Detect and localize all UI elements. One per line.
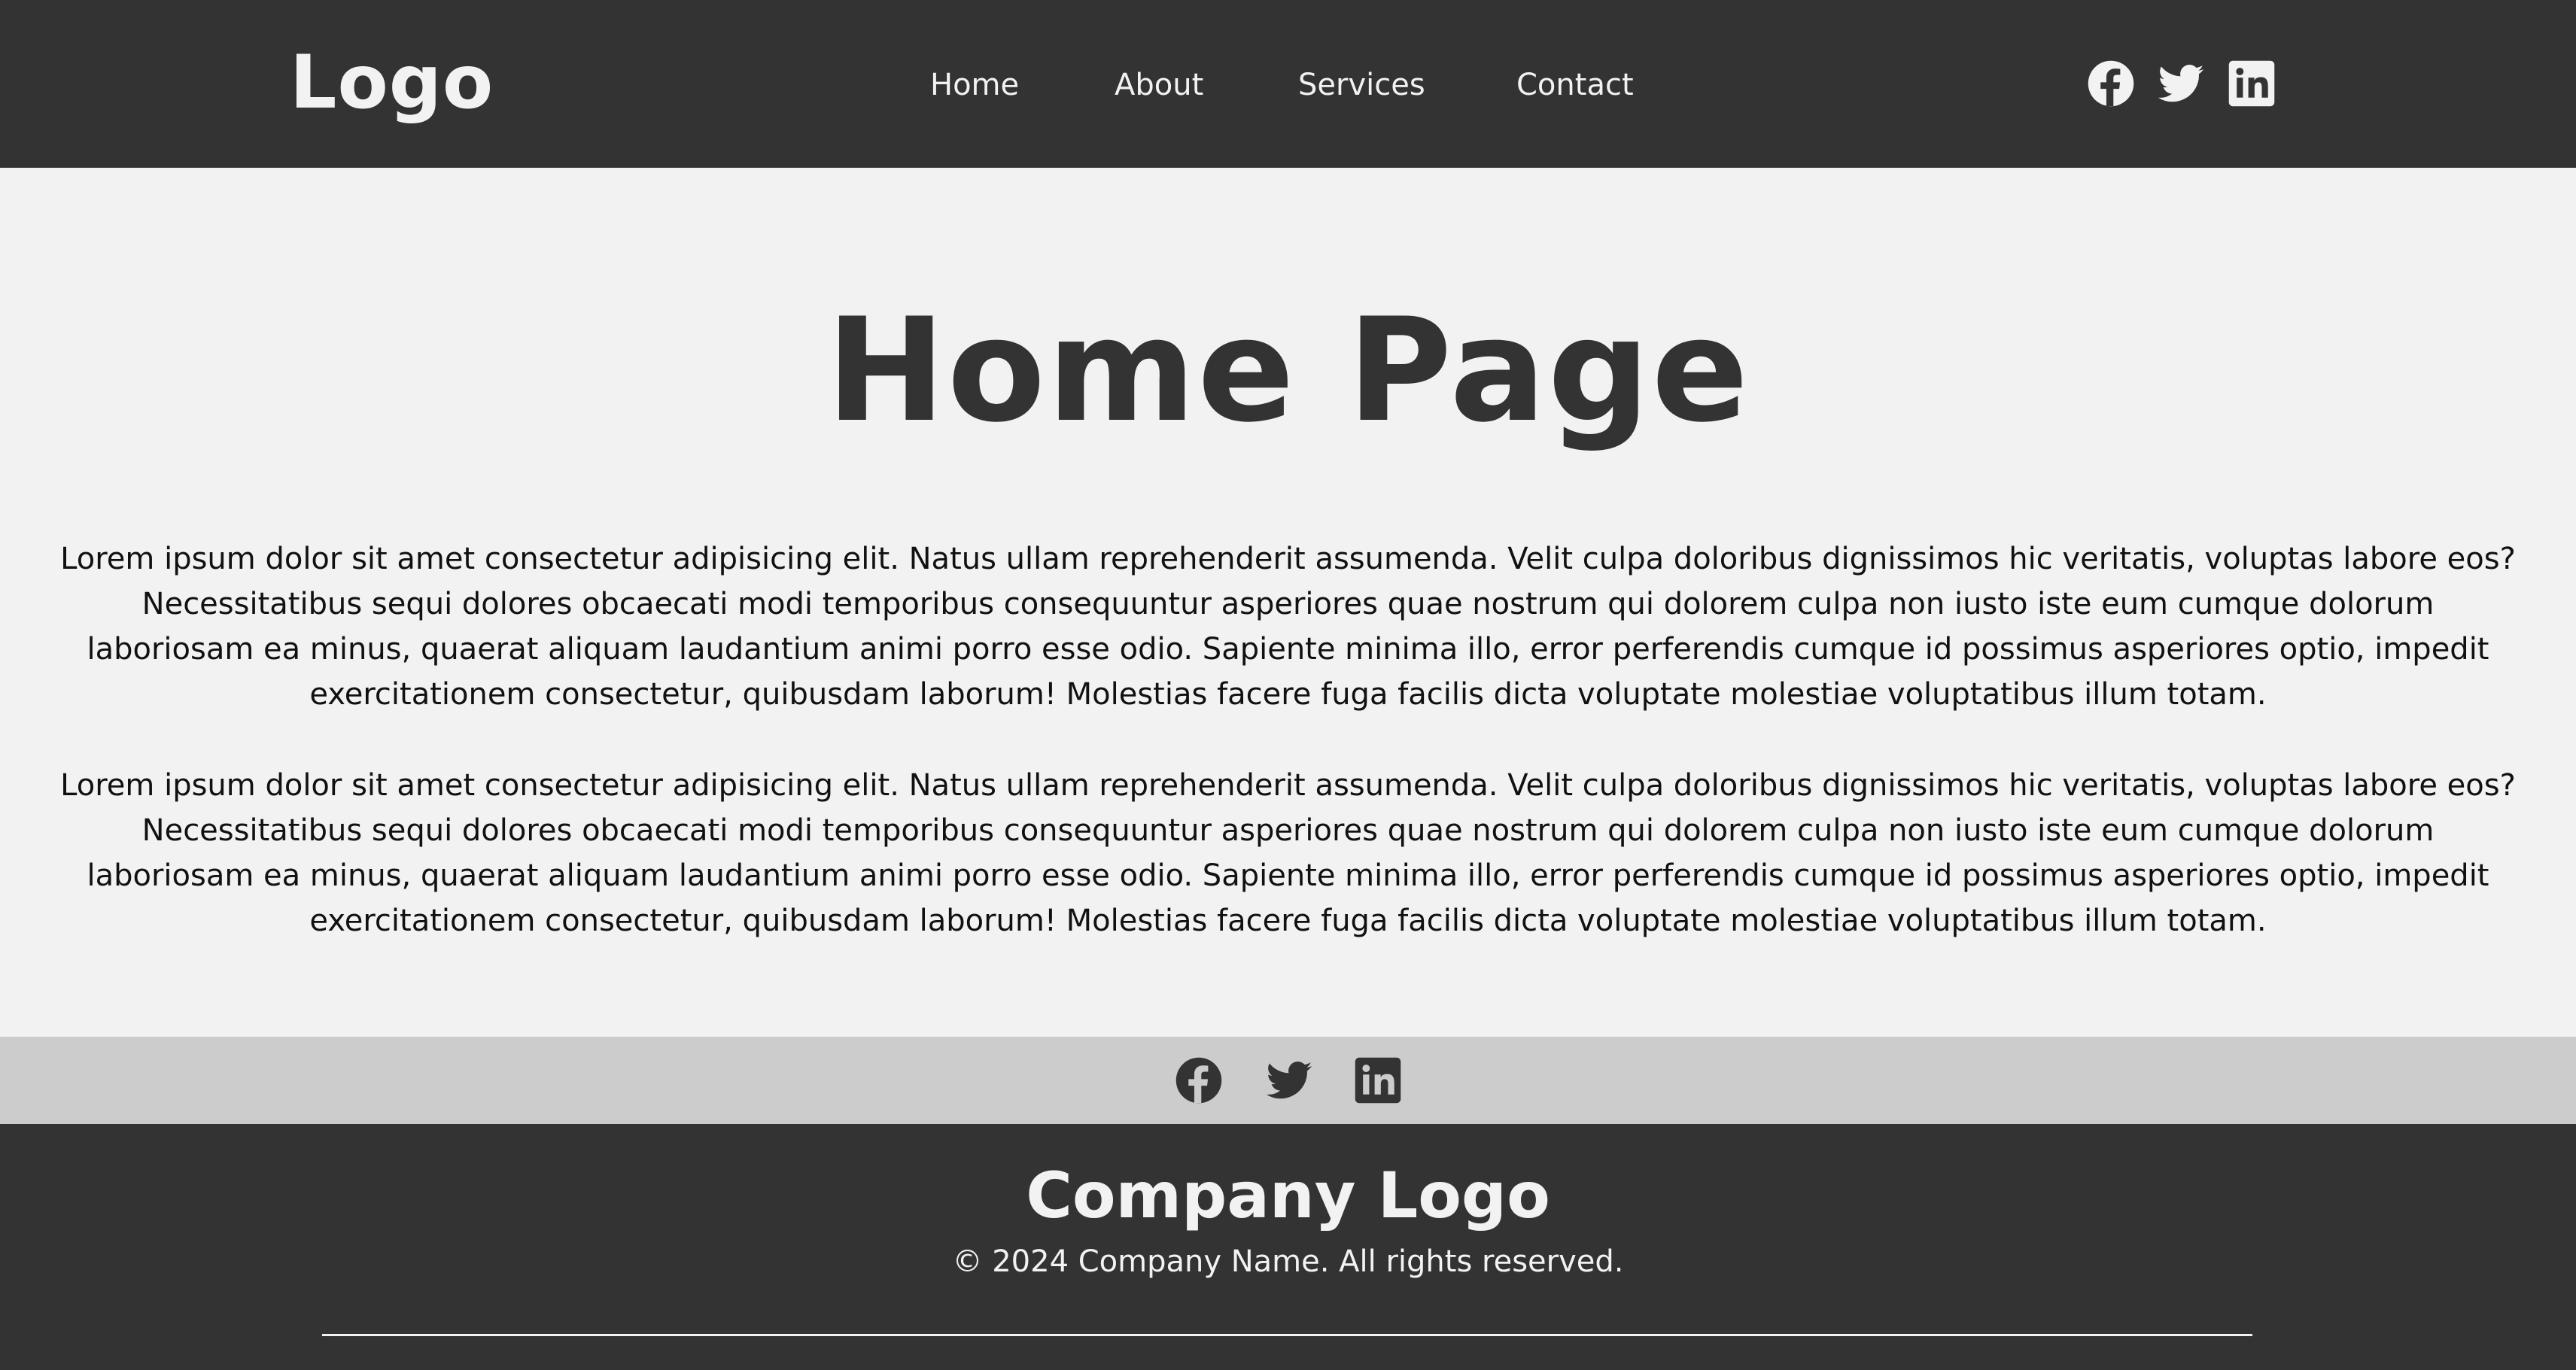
nav-link-services[interactable]: Services [1298,59,1425,111]
nav-link-about[interactable]: About [1115,59,1203,111]
linkedin-icon[interactable] [1353,1056,1403,1105]
social-strip [0,1037,2576,1124]
intro-paragraph: Lorem ipsum dolor sit amet consectetur a… [60,542,2516,712]
linkedin-icon[interactable] [2227,59,2276,108]
page-title: Home Page [826,287,1750,454]
footer-divider [322,1334,2252,1336]
footer-social-links [1174,1056,1403,1105]
nav-link-contact[interactable]: Contact [1516,59,1634,111]
main-content: Home Page Lorem ipsum dolor sit amet con… [0,168,2576,1037]
header-social-links [2086,59,2282,108]
facebook-icon[interactable] [2086,59,2136,108]
footer-logo[interactable]: Company Logo [0,1158,2576,1233]
nav-link-home[interactable]: Home [930,59,1019,111]
facebook-icon[interactable] [1174,1056,1224,1105]
twitter-icon[interactable] [2156,59,2206,108]
copyright-text: © 2024 Company Name. All rights reserved… [952,1244,1624,1279]
intro-paragraph: Lorem ipsum dolor sit amet consectetur a… [60,768,2516,938]
site-footer: Company Logo © 2024 Company Name. All ri… [0,1124,2576,1370]
site-header: Logo Home About Services Contact [0,0,2576,168]
twitter-icon[interactable] [1264,1056,1314,1105]
